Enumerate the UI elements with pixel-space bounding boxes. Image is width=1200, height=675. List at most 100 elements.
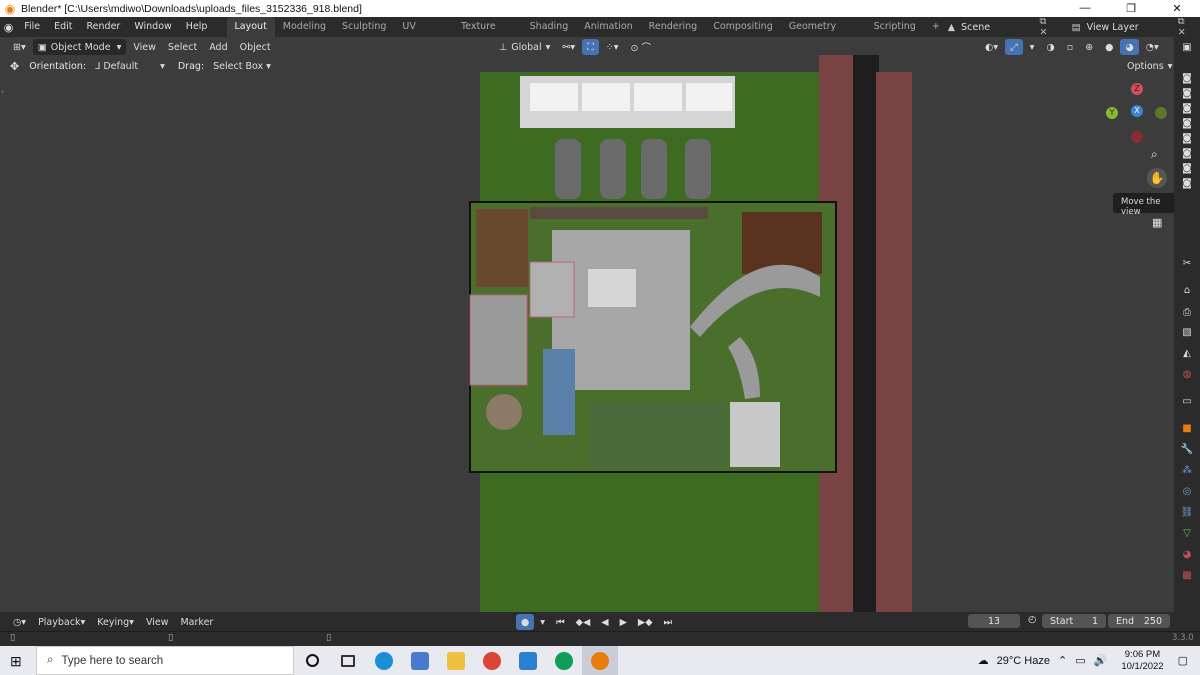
auto-keying-icon[interactable]: ● bbox=[516, 614, 535, 630]
scene-props-icon[interactable]: ◭ bbox=[1180, 348, 1194, 360]
task-view-icon[interactable] bbox=[330, 646, 366, 675]
camera-icon-1[interactable]: ◙ bbox=[1180, 73, 1194, 85]
collection-props-icon[interactable]: ▭ bbox=[1180, 396, 1194, 408]
preview-range-icon[interactable]: ◴ bbox=[1028, 614, 1036, 625]
chrome-profile-icon[interactable] bbox=[546, 646, 582, 675]
3d-viewport[interactable]: ⊞▾ ▣ Object Mode ▾ View Select Add Object … bbox=[0, 37, 1174, 612]
boundary-wall-right bbox=[876, 72, 912, 612]
texture-props-icon[interactable]: ▩ bbox=[1180, 570, 1194, 582]
data-props-icon[interactable]: ▽ bbox=[1180, 528, 1194, 540]
start-frame-field[interactable]: Start 1 bbox=[1042, 614, 1106, 628]
tab-animation[interactable]: Animation bbox=[576, 17, 640, 37]
tab-geometry-nodes[interactable]: Geometry Nodes bbox=[781, 17, 866, 52]
modifier-props-icon[interactable]: 🔧 bbox=[1180, 444, 1194, 456]
gizmo-y-axis[interactable]: Y bbox=[1106, 107, 1118, 119]
minimize-button[interactable]: — bbox=[1062, 2, 1108, 15]
menu-render[interactable]: Render bbox=[80, 17, 128, 37]
weather-text[interactable]: 29°C Haze bbox=[997, 655, 1050, 667]
camera-icon-2[interactable]: ◙ bbox=[1180, 88, 1194, 100]
menu-file[interactable]: File bbox=[17, 17, 47, 37]
keying-set-icon[interactable]: ▾ bbox=[535, 614, 550, 630]
view-layer-actions-icon[interactable]: ⧉ ✕ bbox=[1178, 16, 1194, 38]
gizmo-x-axis[interactable]: X bbox=[1131, 105, 1143, 117]
top-bar: ◉ File Edit Render Window Help Layout Mo… bbox=[0, 16, 1200, 52]
camera-icon-6[interactable]: ◙ bbox=[1180, 148, 1194, 160]
gizmo-neg-y[interactable] bbox=[1155, 107, 1167, 119]
close-button[interactable]: ✕ bbox=[1154, 2, 1200, 15]
jump-start-icon[interactable]: ⏮ bbox=[551, 614, 570, 630]
menu-help[interactable]: Help bbox=[179, 17, 215, 37]
clock-date: 10/1/2022 bbox=[1121, 660, 1164, 672]
prev-keyframe-icon[interactable]: ◆◀ bbox=[571, 614, 596, 630]
tooltip: Move the view bbox=[1113, 193, 1174, 217]
search-icon: ⌕ bbox=[47, 654, 54, 666]
camera-icon-8[interactable]: ◙ bbox=[1180, 178, 1194, 190]
hand-pan-icon[interactable]: ✋ bbox=[1147, 168, 1167, 188]
menu-keying[interactable]: Keying ▾ bbox=[92, 614, 139, 630]
notification-icon[interactable]: ▢ bbox=[1178, 654, 1188, 667]
render-props-icon[interactable]: ⌂ bbox=[1180, 285, 1194, 297]
end-frame-field[interactable]: End 250 bbox=[1108, 614, 1170, 628]
tab-scripting[interactable]: Scripting bbox=[866, 17, 924, 37]
taskbar-search[interactable]: ⌕ Type here to search bbox=[36, 646, 294, 675]
edge-icon[interactable] bbox=[366, 646, 402, 675]
tab-texture-paint[interactable]: Texture Paint bbox=[453, 17, 522, 52]
camera-icon-7[interactable]: ◙ bbox=[1180, 163, 1194, 175]
zoom-icon[interactable]: ⌕ bbox=[1151, 147, 1158, 162]
maximize-button[interactable]: ❐ bbox=[1108, 2, 1154, 15]
camera-icon-4[interactable]: ◙ bbox=[1180, 118, 1194, 130]
world-props-icon[interactable]: ◍ bbox=[1180, 369, 1194, 381]
ortho-toggle-icon[interactable]: ▦ bbox=[1152, 216, 1162, 229]
play-reverse-icon[interactable]: ◀ bbox=[596, 614, 613, 630]
chrome-icon[interactable] bbox=[474, 646, 510, 675]
volume-icon[interactable]: 🔊 bbox=[1094, 654, 1108, 667]
menu-playback[interactable]: Playback ▾ bbox=[33, 614, 90, 630]
particles-props-icon[interactable]: ⁂ bbox=[1180, 465, 1194, 477]
cortana-icon[interactable] bbox=[294, 646, 330, 675]
camera-icon-3[interactable]: ◙ bbox=[1180, 103, 1194, 115]
tab-sculpting[interactable]: Sculpting bbox=[334, 17, 394, 37]
gizmo-z-axis[interactable]: Z bbox=[1131, 83, 1143, 95]
constraints-props-icon[interactable]: ⛓ bbox=[1180, 507, 1194, 519]
menu-marker[interactable]: Marker bbox=[175, 614, 218, 630]
timeline-editor-type-icon[interactable]: ◷▾ bbox=[8, 614, 31, 630]
tab-rendering[interactable]: Rendering bbox=[641, 17, 706, 37]
view-layer-props-icon[interactable]: ▧ bbox=[1180, 327, 1194, 339]
gizmo-neg-z[interactable] bbox=[1131, 131, 1143, 143]
play-icon[interactable]: ▶ bbox=[615, 614, 632, 630]
menu-window[interactable]: Window bbox=[127, 17, 178, 37]
current-frame-field[interactable]: 13 bbox=[968, 614, 1020, 628]
view-layer-selector[interactable]: View Layer bbox=[1087, 22, 1178, 33]
tab-modeling[interactable]: Modeling bbox=[275, 17, 334, 37]
windows-start-icon[interactable]: ⊞ bbox=[10, 653, 22, 670]
add-workspace-icon[interactable]: + bbox=[924, 17, 948, 37]
scene-selector[interactable]: Scene bbox=[961, 22, 1039, 33]
store-icon[interactable] bbox=[510, 646, 546, 675]
blender-menu-icon[interactable]: ◉ bbox=[0, 21, 17, 34]
file-explorer-icon[interactable] bbox=[438, 646, 474, 675]
menu-edit[interactable]: Edit bbox=[47, 17, 79, 37]
tool-props-icon[interactable]: ✂ bbox=[1180, 258, 1194, 270]
wall-shadow bbox=[853, 55, 879, 612]
physics-props-icon[interactable]: ◎ bbox=[1180, 486, 1194, 498]
tab-uv-editing[interactable]: UV Editing bbox=[394, 17, 453, 52]
material-props-icon[interactable]: ◕ bbox=[1180, 549, 1194, 561]
tab-layout[interactable]: Layout bbox=[226, 17, 275, 37]
view-layer-icon: ▤ bbox=[1071, 21, 1081, 33]
next-keyframe-icon[interactable]: ▶◆ bbox=[633, 614, 658, 630]
jump-end-icon[interactable]: ⏭ bbox=[659, 614, 678, 630]
object-props-icon[interactable]: ■ bbox=[1180, 423, 1194, 435]
output-props-icon[interactable]: ⎙ bbox=[1180, 307, 1194, 319]
tray-chevron-icon[interactable]: ⌃ bbox=[1058, 654, 1067, 667]
tab-compositing[interactable]: Compositing bbox=[705, 17, 781, 37]
menu-timeline-view[interactable]: View bbox=[141, 614, 174, 630]
version-label: 3.3.0 bbox=[1172, 633, 1194, 643]
scene-actions-icon[interactable]: ⧉ ✕ bbox=[1039, 16, 1055, 38]
blender-taskbar-icon[interactable] bbox=[582, 646, 618, 675]
clock[interactable]: 9:06 PM 10/1/2022 bbox=[1121, 649, 1163, 673]
camera-icon-5[interactable]: ◙ bbox=[1180, 133, 1194, 145]
tab-shading[interactable]: Shading bbox=[522, 17, 577, 37]
notepad-icon[interactable] bbox=[402, 646, 438, 675]
collection-icon[interactable]: ▣ bbox=[1180, 42, 1194, 54]
network-icon[interactable]: ▭ bbox=[1075, 654, 1085, 667]
